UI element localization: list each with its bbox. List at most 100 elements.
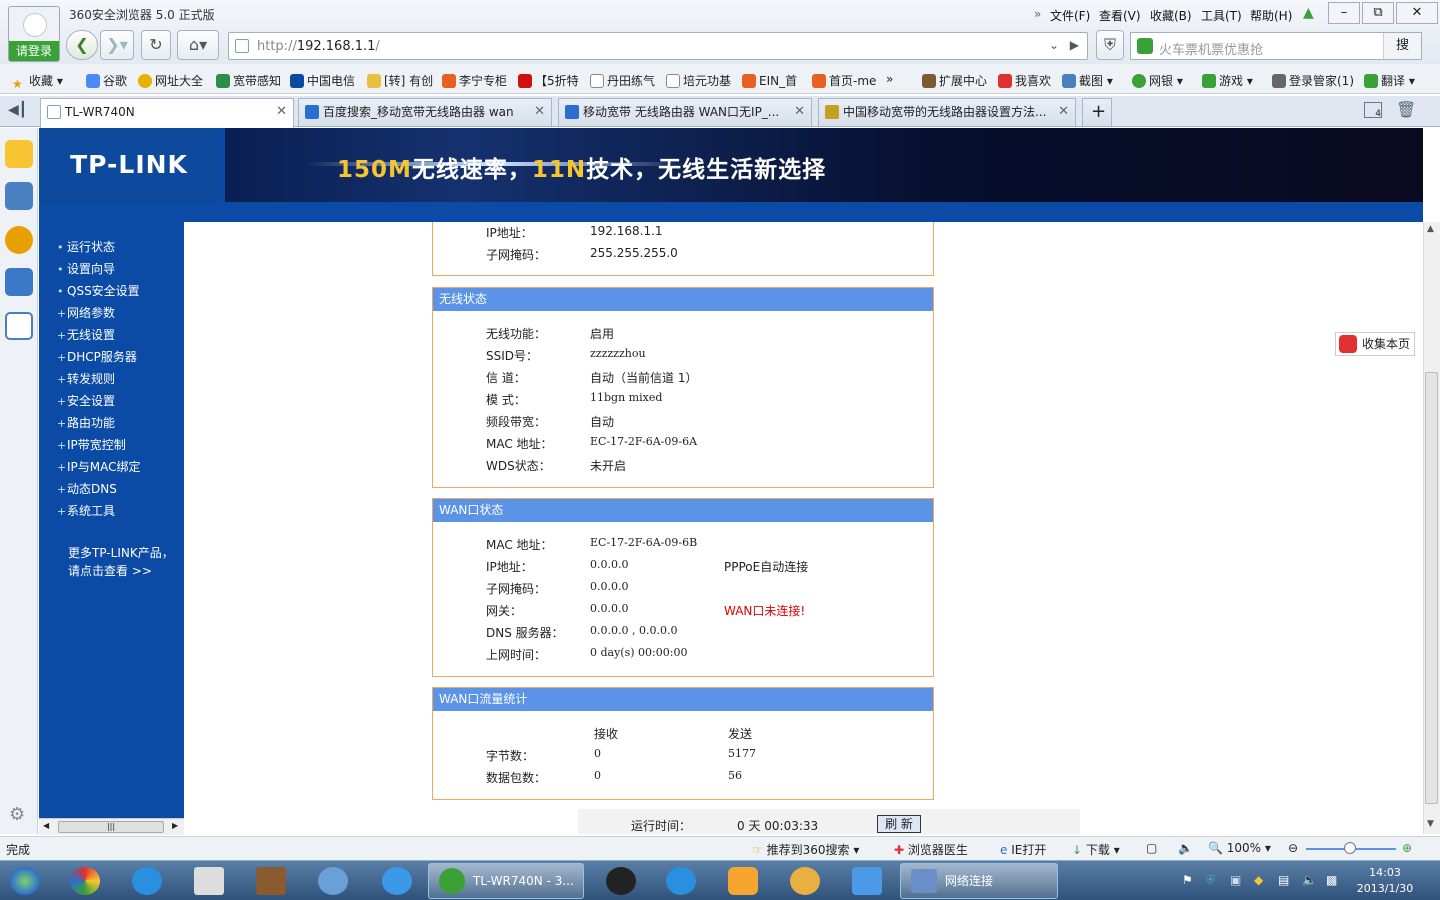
refresh-button[interactable]: ↻ xyxy=(141,30,171,60)
taskbar-game2[interactable] xyxy=(778,863,830,899)
taskbar-pinwheel[interactable] xyxy=(58,863,110,899)
taskbar-chat[interactable] xyxy=(306,863,358,899)
favorites-star-icon[interactable] xyxy=(5,140,33,168)
nav-dhcp[interactable]: +DHCP服务器 xyxy=(57,348,137,365)
tray-app-icon[interactable]: ▣ xyxy=(1230,873,1241,887)
address-bar[interactable]: http://192.168.1.1/ ⌄ ▶ xyxy=(228,32,1088,60)
close-tab-icon[interactable]: ✕ xyxy=(794,99,805,125)
menu-file[interactable]: 文件(F) xyxy=(1050,7,1090,24)
bookmark-discount[interactable]: 【5折特 xyxy=(518,72,579,89)
volume-icon[interactable]: 🔈 xyxy=(1178,841,1193,855)
horizontal-scroll-thumb[interactable]: ||| xyxy=(58,821,164,833)
zoom-out-icon[interactable]: ⊖ xyxy=(1288,841,1298,855)
weibo-icon[interactable] xyxy=(5,226,33,254)
bookmark-china-telecom[interactable]: 中国电信 xyxy=(290,72,355,89)
extension-center[interactable]: 扩展中心 xyxy=(922,72,987,89)
bookmark-peiyuan[interactable]: 培元功基 xyxy=(666,72,731,89)
translate[interactable]: 翻译 ▾ xyxy=(1364,72,1415,89)
taskbar-window-browser[interactable]: TL-WR740N - 3... xyxy=(428,863,584,899)
tray-security-icon[interactable]: ◆ xyxy=(1254,873,1263,887)
my-likes[interactable]: 我喜欢 xyxy=(998,72,1051,89)
address-dropdown-icon[interactable]: ⌄ xyxy=(1049,38,1059,52)
tab-china-mobile[interactable]: 中国移动宽带的无线路由器设置方法... ✕ xyxy=(818,98,1076,126)
vertical-scroll-thumb[interactable] xyxy=(1425,372,1438,804)
more-products-link[interactable]: 更多TP-LINK产品， 请点击查看 >> xyxy=(68,544,174,580)
close-tab-icon[interactable]: ✕ xyxy=(276,99,287,125)
bookmark-youchuang[interactable]: [转] 有创 xyxy=(367,72,433,89)
taskbar-browser-e[interactable] xyxy=(654,863,706,899)
bookmark-dantian[interactable]: 丹田练气 xyxy=(590,72,655,89)
menu-favorites[interactable]: 收藏(B) xyxy=(1150,7,1192,24)
nav-network[interactable]: +网络参数 xyxy=(57,304,115,321)
taskbar-window-network[interactable]: 网络连接 xyxy=(900,863,1058,899)
forward-button[interactable]: ❯▾ xyxy=(100,30,134,60)
menu-view[interactable]: 查看(V) xyxy=(1099,7,1141,24)
bookmark-favorites[interactable]: ★ 收藏 ▾ xyxy=(12,72,63,91)
nav-security[interactable]: +安全设置 xyxy=(57,392,115,409)
sidebar-toggle-icon[interactable]: ◀┃ xyxy=(8,102,27,118)
taskbar-game[interactable] xyxy=(244,863,296,899)
security-shield-icon[interactable]: ⛨ xyxy=(1096,30,1124,60)
nav-running-status[interactable]: • 运行状态 xyxy=(57,238,115,255)
nav-system-tools[interactable]: +系统工具 xyxy=(57,502,115,519)
news-icon[interactable] xyxy=(5,182,33,210)
skin-shirt-icon[interactable]: ▲ xyxy=(1303,5,1314,21)
menu-help[interactable]: 帮助(H) xyxy=(1250,7,1292,24)
nav-bandwidth[interactable]: +IP带宽控制 xyxy=(57,436,126,453)
taskbar-app-grey[interactable] xyxy=(182,863,234,899)
trash-icon[interactable]: 🗑 xyxy=(1396,100,1416,119)
new-tab-button[interactable]: + xyxy=(1082,98,1112,126)
minimize-button[interactable]: – xyxy=(1328,2,1360,24)
recommend-360-search[interactable]: ☞ 推荐到360搜索 ▾ xyxy=(752,841,859,858)
back-button[interactable]: ❮ xyxy=(66,30,98,60)
collect-page-button[interactable]: 收集本页 xyxy=(1335,332,1415,356)
address-url[interactable]: http://192.168.1.1/ xyxy=(257,39,380,54)
email-icon[interactable] xyxy=(5,312,33,340)
downloads[interactable]: ↓ 下载 ▾ xyxy=(1072,841,1120,858)
network-tray-icon[interactable]: ▩ xyxy=(1326,873,1337,887)
scroll-right-icon[interactable]: ▶ xyxy=(172,821,178,830)
nav-wireless[interactable]: +无线设置 xyxy=(57,326,115,343)
start-button[interactable] xyxy=(2,863,48,899)
nav-ip-mac-binding[interactable]: +IP与MAC绑定 xyxy=(57,458,141,475)
search-button[interactable]: 搜 xyxy=(1383,33,1421,59)
scroll-up-icon[interactable]: ▲ xyxy=(1427,224,1434,234)
menu-tools[interactable]: 工具(T) xyxy=(1201,7,1242,24)
taskbar-ie-blue[interactable] xyxy=(120,863,172,899)
scroll-left-icon[interactable]: ◀ xyxy=(43,821,49,830)
go-icon[interactable]: ▶ xyxy=(1070,38,1079,52)
menu-overflow-icon[interactable]: » xyxy=(1034,7,1041,21)
online-banking[interactable]: 网银 ▾ xyxy=(1132,72,1183,89)
nav-ddns[interactable]: +动态DNS xyxy=(57,480,117,497)
flag-icon[interactable]: ⚑ xyxy=(1182,873,1193,887)
speaker-icon[interactable]: 🔈 xyxy=(1302,873,1317,887)
display-icon[interactable]: ▤ xyxy=(1278,873,1289,887)
settings-gear-icon[interactable]: ⚙ xyxy=(9,804,25,825)
bookmarks-more-icon[interactable]: » xyxy=(886,72,893,86)
nav-forwarding[interactable]: +转发规则 xyxy=(57,370,115,387)
window-icon[interactable]: ▢ xyxy=(1146,841,1157,855)
restore-button[interactable]: ⧉ xyxy=(1362,2,1394,24)
search-engine-icon[interactable] xyxy=(1137,38,1153,54)
closed-tabs-icon[interactable]: 4 xyxy=(1364,102,1382,119)
close-window-button[interactable]: ✕ xyxy=(1396,2,1438,24)
bookmark-lining[interactable]: 李宁专柜 xyxy=(442,72,507,89)
taskbar-pps[interactable] xyxy=(716,863,768,899)
login-manager[interactable]: 登录管家(1) xyxy=(1272,72,1354,89)
tab-mobile-broadband[interactable]: 移动宽带 无线路由器 WAN口无IP_... ✕ xyxy=(558,98,812,126)
zoom-slider-handle[interactable] xyxy=(1344,842,1356,854)
games[interactable]: 游戏 ▾ xyxy=(1202,72,1253,89)
nav-setup-wizard[interactable]: • 设置向导 xyxy=(57,260,115,277)
refresh-status-button[interactable]: 刷 新 xyxy=(877,815,921,833)
scroll-down-icon[interactable]: ▼ xyxy=(1427,819,1434,829)
bookmark-broadband[interactable]: 宽带感知 xyxy=(216,72,281,89)
bookmark-homepage-me[interactable]: 首页-me xyxy=(812,72,876,89)
ie-open[interactable]: e IE打开 xyxy=(1000,841,1046,858)
search-input[interactable]: 火车票机票优惠抢 xyxy=(1159,39,1263,58)
mobile-icon[interactable] xyxy=(5,268,33,296)
close-tab-icon[interactable]: ✕ xyxy=(1058,99,1069,125)
login-button[interactable]: 请登录 xyxy=(9,41,59,61)
bookmark-google[interactable]: 谷歌 xyxy=(86,72,127,89)
bookmark-site-nav[interactable]: 网址大全 xyxy=(138,72,203,89)
zoom-control[interactable]: 🔍 100% ▾ xyxy=(1208,841,1271,855)
